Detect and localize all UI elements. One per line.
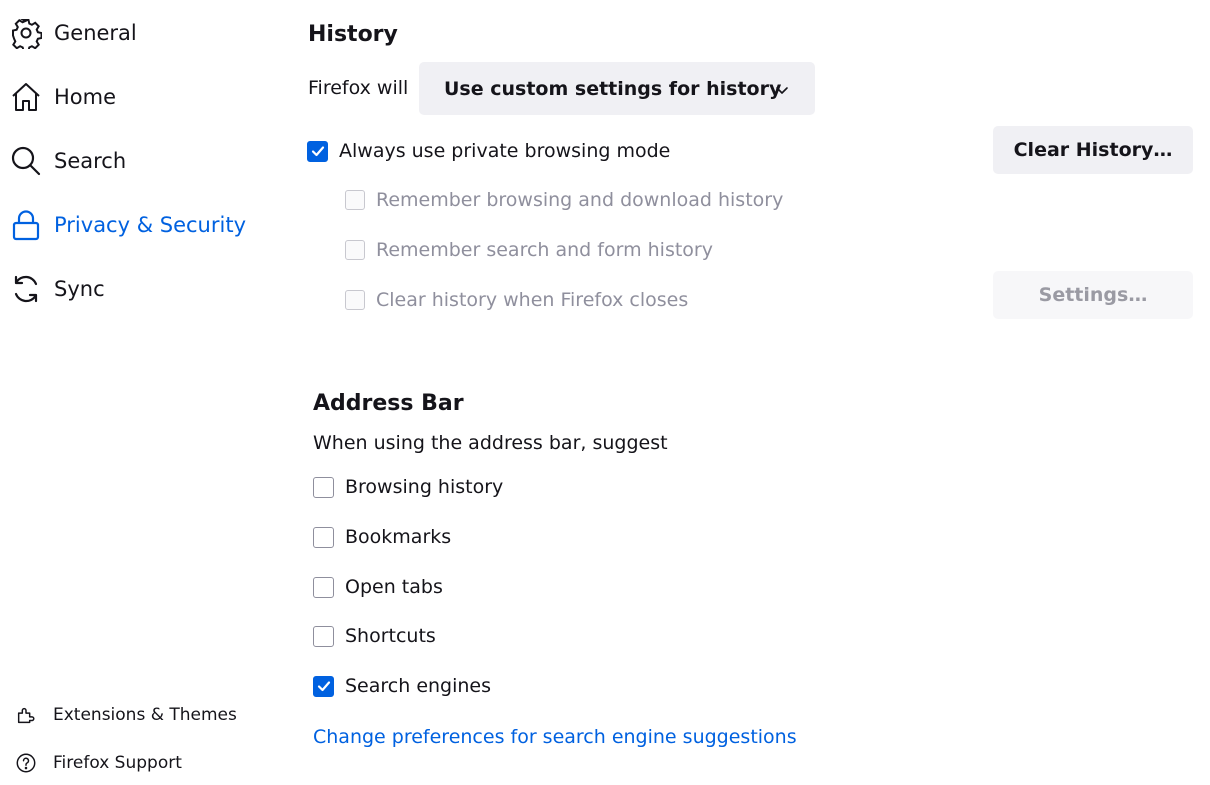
- suggest-browsing-history-checkbox[interactable]: [313, 476, 334, 498]
- sidebar: General Home Search Privacy & Security S…: [0, 0, 280, 785]
- sidebar-item-label: Sync: [54, 277, 105, 301]
- suggest-bookmarks-option[interactable]: Bookmarks: [313, 523, 451, 551]
- address-bar-heading: Address Bar: [313, 391, 464, 416]
- clear-on-close-checkbox[interactable]: [345, 290, 365, 310]
- remember-browsing-label: Remember browsing and download history: [376, 189, 784, 211]
- lock-icon: [10, 209, 42, 241]
- sidebar-footer-firefox-support[interactable]: Firefox Support: [14, 748, 182, 778]
- sidebar-item-search[interactable]: Search: [10, 139, 126, 183]
- suggest-bookmarks-label: Bookmarks: [345, 526, 452, 548]
- sidebar-footer-label: Extensions & Themes: [53, 705, 237, 725]
- sidebar-item-general[interactable]: General: [10, 11, 137, 55]
- search-icon: [10, 145, 42, 177]
- suggest-browsing-history-option[interactable]: Browsing history: [313, 473, 503, 501]
- remember-browsing-checkbox[interactable]: [345, 190, 365, 210]
- history-mode-dropdown[interactable]: Use custom settings for history: [419, 62, 815, 115]
- remember-search-form-label: Remember search and form history: [376, 239, 713, 261]
- suggest-search-engines-checkbox[interactable]: [313, 675, 334, 697]
- puzzle-icon: [14, 703, 38, 727]
- sidebar-item-sync[interactable]: Sync: [10, 267, 105, 311]
- history-heading: History: [308, 22, 398, 47]
- suggest-open-tabs-label: Open tabs: [345, 576, 443, 598]
- private-browsing-checkbox[interactable]: [307, 140, 328, 162]
- clear-on-close-label: Clear history when Firefox closes: [376, 289, 689, 311]
- home-icon: [10, 81, 42, 113]
- chevron-down-icon: [775, 80, 789, 102]
- clear-on-close-option[interactable]: Clear history when Firefox closes: [345, 286, 688, 314]
- suggest-shortcuts-label: Shortcuts: [345, 625, 436, 647]
- suggest-search-engines-option[interactable]: Search engines: [313, 672, 491, 700]
- sidebar-item-label: Privacy & Security: [54, 213, 246, 237]
- suggest-search-engines-label: Search engines: [345, 675, 492, 697]
- help-icon: [14, 751, 38, 775]
- sidebar-item-label: General: [54, 21, 137, 45]
- private-browsing-label: Always use private browsing mode: [339, 140, 671, 162]
- sidebar-item-label: Home: [54, 85, 117, 109]
- suggest-browsing-history-label: Browsing history: [345, 476, 504, 498]
- suggest-open-tabs-checkbox[interactable]: [313, 576, 334, 598]
- private-browsing-option[interactable]: Always use private browsing mode: [307, 137, 670, 165]
- sidebar-item-label: Search: [54, 149, 127, 173]
- sync-icon: [10, 273, 42, 305]
- sidebar-footer-extensions-themes[interactable]: Extensions & Themes: [14, 700, 237, 730]
- suggest-bookmarks-checkbox[interactable]: [313, 526, 334, 548]
- remember-search-form-option[interactable]: Remember search and form history: [345, 236, 713, 264]
- sidebar-item-home[interactable]: Home: [10, 75, 116, 119]
- sidebar-footer-label: Firefox Support: [53, 753, 182, 773]
- suggest-shortcuts-option[interactable]: Shortcuts: [313, 622, 436, 650]
- history-settings-button[interactable]: Settings…: [993, 271, 1193, 319]
- clear-history-button[interactable]: Clear History…: [993, 126, 1193, 174]
- suggest-open-tabs-option[interactable]: Open tabs: [313, 573, 443, 601]
- address-bar-description: When using the address bar, suggest: [313, 432, 668, 454]
- sidebar-item-privacy-security[interactable]: Privacy & Security: [10, 203, 246, 247]
- gear-icon: [10, 17, 42, 49]
- remember-search-form-checkbox[interactable]: [345, 240, 365, 260]
- firefox-will-label: Firefox will: [308, 77, 409, 99]
- history-mode-value: Use custom settings for history: [444, 77, 782, 100]
- suggest-shortcuts-checkbox[interactable]: [313, 625, 334, 647]
- remember-browsing-option[interactable]: Remember browsing and download history: [345, 186, 783, 214]
- change-search-suggestion-prefs-link[interactable]: Change preferences for search engine sug…: [313, 726, 797, 748]
